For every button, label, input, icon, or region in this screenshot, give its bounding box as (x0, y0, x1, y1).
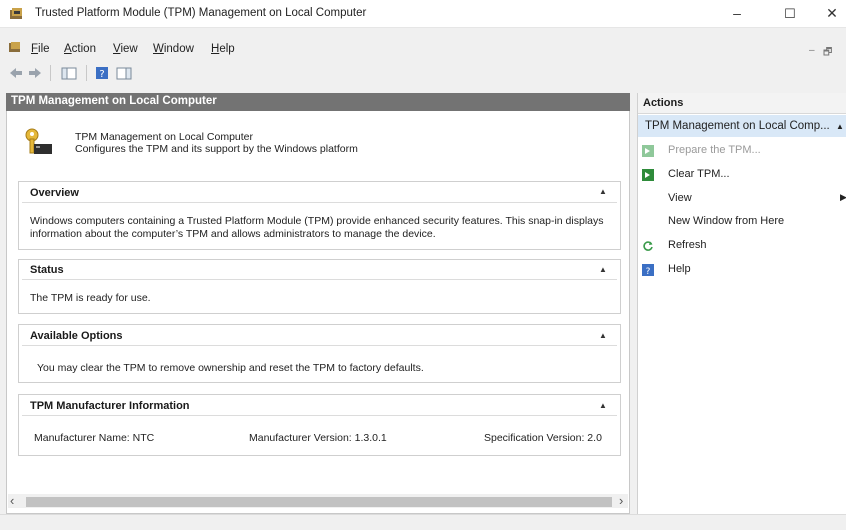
back-arrow-icon[interactable] (9, 66, 23, 80)
scroll-left-icon[interactable]: ‹ (10, 493, 14, 508)
manufacturer-title: TPM Manufacturer Information (30, 400, 190, 412)
section-divider (22, 279, 617, 280)
manufacturer-name: Manufacturer Name: NTC (34, 432, 155, 444)
section-divider (22, 202, 617, 203)
tpm-key-chip-icon (25, 128, 52, 154)
toolbar-separator (50, 65, 51, 81)
help-book-icon: ? (642, 264, 654, 276)
action-prepare-tpm[interactable]: Prepare the TPM... (668, 144, 761, 156)
hero-description: Configures the TPM and its support by th… (75, 143, 358, 155)
action-clear-tpm[interactable]: Clear TPM... (668, 168, 730, 180)
action-new-window[interactable]: New Window from Here (668, 215, 784, 227)
collapse-arrow-icon[interactable]: ▲ (599, 265, 607, 274)
collapse-arrow-icon[interactable]: ▲ (599, 187, 607, 196)
show-hide-action-pane-icon[interactable] (116, 66, 132, 80)
svg-text:?: ? (99, 69, 104, 80)
overview-text-line-1: Windows computers containing a Trusted P… (30, 215, 604, 227)
available-options-title: Available Options (30, 330, 123, 342)
overview-title: Overview (30, 187, 79, 199)
mdi-restore-button[interactable]: 🗗 (823, 45, 832, 62)
overview-text-line-2: information about the computer’s TPM and… (30, 228, 436, 240)
actions-group-title: TPM Management on Local Comp... (645, 120, 830, 132)
maximize-button[interactable]: ☐ (770, 0, 810, 27)
action-refresh[interactable]: Refresh (668, 239, 707, 251)
available-options-text: You may clear the TPM to remove ownershi… (37, 362, 424, 374)
menu-view[interactable]: View (113, 43, 138, 55)
window-title: Trusted Platform Module (TPM) Management… (35, 7, 367, 19)
scroll-right-icon[interactable]: › (619, 493, 623, 508)
actions-title: Actions (643, 97, 684, 109)
minimize-button[interactable]: – (717, 0, 757, 27)
main-pane-title: TPM Management on Local Computer (11, 95, 217, 107)
menu-window[interactable]: Window (153, 43, 194, 55)
action-view[interactable]: View (668, 192, 692, 204)
collapse-arrow-icon[interactable]: ▲ (599, 331, 607, 340)
status-bar (0, 514, 846, 530)
status-title: Status (30, 264, 64, 276)
action-help[interactable]: Help (668, 263, 691, 275)
scrollbar-thumb[interactable] (26, 497, 612, 507)
clear-tpm-icon (642, 169, 654, 181)
svg-text:?: ? (646, 267, 651, 276)
menu-file[interactable]: File (31, 43, 50, 55)
menu-action[interactable]: Action (64, 43, 96, 55)
tpm-app-icon (10, 8, 22, 19)
close-button[interactable]: ✕ (812, 0, 846, 27)
status-section (18, 259, 621, 314)
actions-pane (637, 93, 846, 514)
status-text: The TPM is ready for use. (30, 292, 151, 304)
section-divider (22, 345, 617, 346)
specification-version: Specification Version: 2.0 (484, 432, 602, 444)
section-divider (22, 415, 617, 416)
show-hide-console-tree-icon[interactable] (61, 66, 77, 80)
forward-arrow-icon[interactable] (28, 66, 42, 80)
menu-help[interactable]: Help (211, 43, 235, 55)
mdi-minimize-button[interactable]: – (809, 45, 815, 56)
collapse-arrow-icon[interactable]: ▲ (836, 122, 844, 131)
submenu-arrow-icon: ▶ (840, 192, 846, 202)
mmc-console-icon (9, 42, 20, 52)
collapse-arrow-icon[interactable]: ▲ (599, 401, 607, 410)
help-icon[interactable]: ? (95, 66, 109, 80)
manufacturer-version: Manufacturer Version: 1.3.0.1 (249, 432, 387, 444)
toolbar-separator (86, 65, 87, 81)
hero-title: TPM Management on Local Computer (75, 131, 254, 143)
prepare-tpm-icon (642, 145, 654, 157)
refresh-icon (643, 241, 653, 251)
